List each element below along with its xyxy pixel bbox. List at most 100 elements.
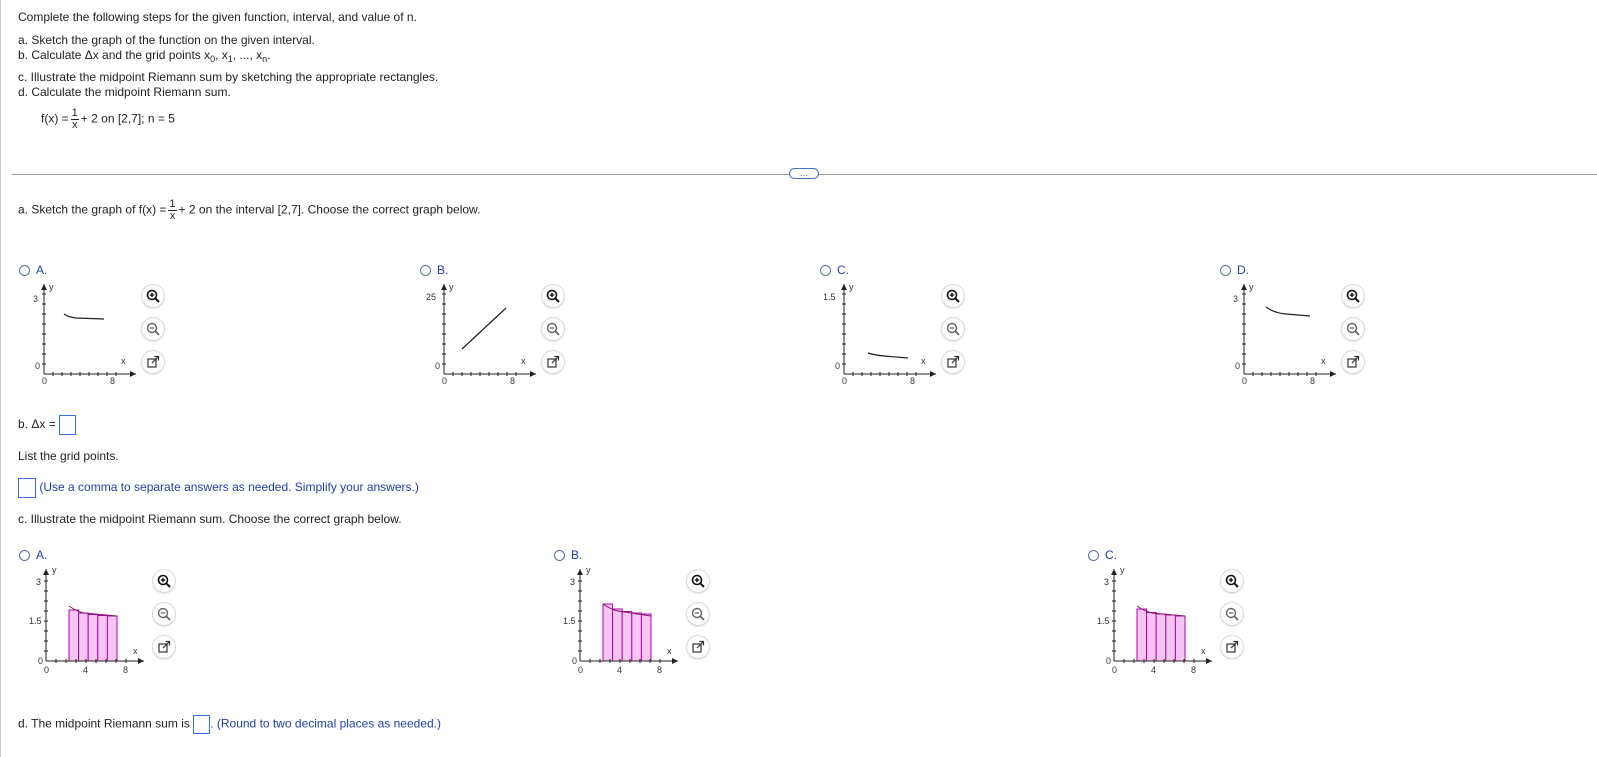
- left-border: [0, 0, 1, 757]
- part-c-option-b[interactable]: B.: [554, 548, 582, 562]
- step-d-text: d. Calculate the midpoint Riemann sum.: [18, 85, 231, 99]
- option-label: A.: [36, 263, 48, 277]
- riemann-rect-3: [1155, 613, 1167, 662]
- radio-button[interactable]: [1088, 549, 1099, 561]
- zoom-out-icon[interactable]: [1221, 603, 1243, 625]
- radio-button[interactable]: [420, 264, 431, 276]
- part-c-graph-b-tools: [687, 570, 709, 658]
- part-a-fraction: 1x: [168, 199, 177, 222]
- part-a-option-d[interactable]: D.: [1220, 263, 1249, 277]
- riemann-rect-5: [106, 615, 118, 662]
- y-axis-label: y: [449, 282, 454, 292]
- x-zero-tick: 0: [1242, 376, 1247, 386]
- fraction-denominator: x: [71, 119, 78, 131]
- zoom-out-icon[interactable]: [153, 603, 175, 625]
- step-a-text: a. Sketch the graph of the function on t…: [18, 33, 315, 47]
- expand-toggle-button[interactable]: …: [789, 168, 819, 179]
- option-label: B.: [437, 263, 449, 277]
- option-label: C.: [837, 263, 849, 277]
- y-top-tick: 3: [36, 577, 41, 587]
- open-new-window-icon[interactable]: [687, 636, 709, 658]
- y-top-tick: 3: [570, 577, 575, 587]
- x-zero-tick: 0: [842, 376, 847, 386]
- riemann-rectangles: [1136, 608, 1186, 662]
- part-a-option-a[interactable]: A.: [19, 263, 47, 277]
- option-label: B.: [571, 548, 583, 562]
- y-axis-label: y: [849, 282, 854, 292]
- part-a-prompt-pre: a. Sketch the graph of f(x) =: [18, 202, 167, 217]
- y-axis-label: y: [586, 565, 591, 575]
- y-zero-tick: 0: [38, 656, 43, 666]
- open-new-window-icon[interactable]: [542, 351, 564, 373]
- open-new-window-icon[interactable]: [942, 351, 964, 373]
- part-a-graph-c: 1.5 0 0 8 x y: [824, 282, 936, 386]
- dx-answer-input[interactable]: [59, 415, 77, 435]
- radio-button[interactable]: [1220, 264, 1231, 276]
- part-a-graph-b-tools: [542, 285, 564, 373]
- zoom-in-icon[interactable]: [1221, 570, 1243, 592]
- radio-button[interactable]: [554, 549, 565, 561]
- riemann-rect-2: [612, 608, 623, 662]
- x-axis-label: x: [1201, 646, 1206, 656]
- radio-button[interactable]: [19, 264, 30, 276]
- part-c-option-a[interactable]: A.: [19, 548, 47, 562]
- y-zero-tick: 0: [35, 361, 40, 371]
- part-a-option-c[interactable]: C.: [820, 263, 849, 277]
- riemann-rect-4: [97, 615, 108, 662]
- x-mid-tick: 4: [617, 665, 622, 673]
- y-top-tick: 25: [426, 292, 436, 302]
- grid-points-answer-input[interactable]: [18, 478, 36, 498]
- part-a-prompt-post: + 2 on the interval [2,7]. Choose the co…: [178, 202, 481, 217]
- riemann-rect-5: [1174, 615, 1186, 662]
- x-axis-label: x: [667, 646, 672, 656]
- part-a-graph-d-tools: [1342, 285, 1364, 373]
- riemann-rect-3: [621, 611, 633, 662]
- zoom-out-icon[interactable]: [1342, 318, 1364, 340]
- step-b-end: .: [267, 48, 271, 62]
- x-end-tick: 8: [910, 376, 915, 386]
- zoom-out-icon[interactable]: [687, 603, 709, 625]
- radio-button[interactable]: [820, 264, 831, 276]
- zoom-in-icon[interactable]: [153, 570, 175, 592]
- riemann-rect-1: [68, 609, 80, 662]
- part-d-prompt: d. The midpoint Riemann sum is: [18, 716, 190, 731]
- part-b-dx-row: b. Δx =: [18, 415, 77, 435]
- zoom-in-icon[interactable]: [1342, 285, 1364, 307]
- zoom-in-icon[interactable]: [942, 285, 964, 307]
- part-d-row: d. The midpoint Riemann sum is . (Round …: [18, 715, 441, 734]
- x-end-tick: 8: [1310, 376, 1315, 386]
- radio-button[interactable]: [19, 549, 30, 561]
- riemann-rectangles: [68, 609, 118, 662]
- zoom-out-icon[interactable]: [942, 318, 964, 340]
- part-a-graph-d: 3 0 0 8 x y: [1233, 282, 1336, 386]
- x-zero-tick: 0: [442, 376, 447, 386]
- part-a-graph-c-tools: [942, 285, 964, 373]
- step-b-pre: b. Calculate Δx and the grid points x: [18, 48, 211, 62]
- open-new-window-icon[interactable]: [142, 351, 164, 373]
- zoom-in-icon[interactable]: [687, 570, 709, 592]
- x-axis-label: x: [121, 356, 126, 366]
- part-c-option-c[interactable]: C.: [1088, 548, 1117, 562]
- riemann-sum-answer-input[interactable]: [193, 715, 211, 734]
- open-new-window-icon[interactable]: [1221, 636, 1243, 658]
- y-mid-tick: 1.5: [1097, 616, 1110, 626]
- zoom-out-icon[interactable]: [542, 318, 564, 340]
- open-new-window-icon[interactable]: [1342, 351, 1364, 373]
- riemann-rect-2: [1146, 612, 1157, 662]
- step-b-mid1: , x: [215, 48, 228, 62]
- open-new-window-icon[interactable]: [153, 636, 175, 658]
- part-a-prompt: a. Sketch the graph of f(x) = 1 x + 2 on th…: [18, 199, 480, 222]
- y-zero-tick: 0: [1106, 656, 1111, 666]
- part-c-graph-c: 3 1.5 0 0 4 8 x y: [1097, 565, 1212, 673]
- zoom-in-icon[interactable]: [142, 285, 164, 307]
- x-mid-tick: 4: [83, 665, 88, 673]
- part-b-list-label: List the grid points.: [18, 449, 119, 463]
- y-top-tick: 3: [1233, 294, 1238, 304]
- part-c-prompt: c. Illustrate the midpoint Riemann sum. …: [18, 512, 402, 526]
- zoom-in-icon[interactable]: [542, 285, 564, 307]
- zoom-out-icon[interactable]: [142, 318, 164, 340]
- riemann-rect-2: [78, 612, 89, 662]
- part-a-option-b[interactable]: B.: [420, 263, 448, 277]
- instruction-text: Complete the following steps for the giv…: [18, 10, 417, 24]
- y-top-tick: 3: [1104, 577, 1109, 587]
